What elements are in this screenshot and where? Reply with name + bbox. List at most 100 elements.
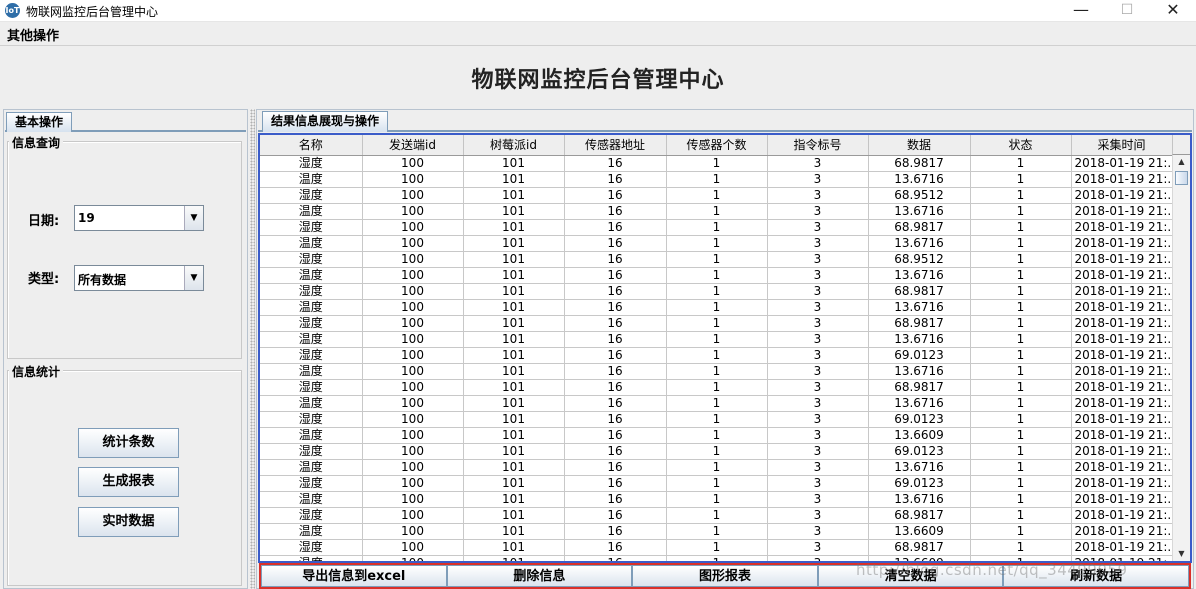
split-pane-divider[interactable]	[250, 109, 255, 589]
table-row[interactable]: 温度 100 101 16 1 3 13.6609 1 2018-01-19 21:...	[260, 427, 1173, 444]
table-cell: 1	[970, 283, 1072, 300]
table-cell: 1	[970, 523, 1072, 540]
table-row[interactable]: 温度 100 101 16 1 3 13.6716 1 2018-01-19 21:...	[260, 459, 1173, 476]
table-row[interactable]: 湿度 100 101 16 1 3 68.9817 1 2018-01-19 21:...	[260, 155, 1173, 172]
column-header[interactable]: 指令标号	[767, 135, 869, 156]
table-cell: 2018-01-19 21:...	[1071, 363, 1173, 380]
minimize-button[interactable]: —	[1058, 0, 1104, 22]
table-cell: 13.6716	[868, 267, 971, 284]
scroll-down-arrow-icon[interactable]: ▼	[1173, 547, 1190, 561]
table-cell: 1	[666, 459, 768, 476]
column-header[interactable]: 发送端id	[362, 135, 464, 156]
tab-basic-operations[interactable]: 基本操作	[6, 112, 73, 132]
close-button[interactable]: ✕	[1150, 0, 1196, 22]
column-header[interactable]: 数据	[868, 135, 971, 156]
table-row[interactable]: 温度 100 101 16 1 3 13.6716 1 2018-01-19 21:...	[260, 363, 1173, 380]
table-row[interactable]: 湿度 100 101 16 1 3 68.9817 1 2018-01-19 21:...	[260, 315, 1173, 332]
table-row[interactable]: 湿度 100 101 16 1 3 69.0123 1 2018-01-19 21:...	[260, 443, 1173, 460]
table-cell: 101	[463, 539, 565, 556]
chevron-down-icon[interactable]: ▼	[184, 206, 203, 230]
table-cell: 3	[767, 299, 869, 316]
table-row[interactable]: 湿度 100 101 16 1 3 69.0123 1 2018-01-19 21:...	[260, 411, 1173, 428]
table-row[interactable]: 湿度 100 101 16 1 3 68.9817 1 2018-01-19 21:...	[260, 539, 1173, 556]
table-cell: 101	[463, 427, 565, 444]
table-cell: 湿度	[260, 251, 363, 268]
table-row[interactable]: 温度 100 101 16 1 3 13.6609 1 2018-01-19 21:...	[260, 523, 1173, 540]
table-cell: 101	[463, 155, 565, 172]
table-cell: 1	[666, 427, 768, 444]
tab-results-display[interactable]: 结果信息展现与操作	[262, 111, 389, 132]
menu-other-operations[interactable]: 其他操作	[7, 25, 59, 44]
scroll-up-arrow-icon[interactable]: ▲	[1173, 155, 1190, 169]
type-select[interactable]: 所有数据 ▼	[74, 265, 204, 291]
chart-report-button[interactable]: 图形报表	[632, 565, 818, 587]
title-bar: IoT 物联网监控后台管理中心 — ☐ ✕	[0, 0, 1196, 22]
maximize-button[interactable]: ☐	[1104, 0, 1150, 22]
date-select[interactable]: 19 ▼	[74, 205, 204, 231]
delete-info-button[interactable]: 删除信息	[446, 565, 633, 587]
table-cell: 101	[463, 267, 565, 284]
table-cell: 2018-01-19 21:...	[1071, 411, 1173, 428]
table-cell: 101	[463, 379, 565, 396]
column-header[interactable]: 状态	[970, 135, 1072, 156]
table-cell: 101	[463, 235, 565, 252]
table-cell: 16	[564, 363, 667, 380]
table-cell: 69.0123	[868, 347, 971, 364]
table-row[interactable]: 湿度 100 101 16 1 3 69.0123 1 2018-01-19 21:...	[260, 475, 1173, 492]
table-row[interactable]: 湿度 100 101 16 1 3 68.9512 1 2018-01-19 21:...	[260, 187, 1173, 204]
table-row[interactable]: 温度 100 101 16 1 3 13.6716 1 2018-01-19 21:...	[260, 203, 1173, 220]
table-cell: 湿度	[260, 283, 363, 300]
table-row[interactable]: 温度 100 101 16 1 3 13.6716 1 2018-01-19 21:...	[260, 331, 1173, 348]
table-row[interactable]: 温度 100 101 16 1 3 13.6716 1 2018-01-19 21:...	[260, 267, 1173, 284]
table-cell: 1	[666, 411, 768, 428]
table-cell: 3	[767, 331, 869, 348]
table-cell: 13.6716	[868, 203, 971, 220]
scrollbar-thumb[interactable]	[1175, 171, 1188, 185]
column-header[interactable]: 传感器个数	[666, 135, 768, 156]
table-row[interactable]: 湿度 100 101 16 1 3 68.9817 1 2018-01-19 21:...	[260, 507, 1173, 524]
table-row[interactable]: 湿度 100 101 16 1 3 68.9817 1 2018-01-19 21:...	[260, 283, 1173, 300]
table-row[interactable]: 湿度 100 101 16 1 3 68.9512 1 2018-01-19 21:...	[260, 251, 1173, 268]
table-cell: 100	[362, 475, 464, 492]
vertical-scrollbar[interactable]: ▲ ▼	[1172, 155, 1190, 561]
table-row[interactable]: 湿度 100 101 16 1 3 69.0123 1 2018-01-19 21:...	[260, 347, 1173, 364]
table-cell: 100	[362, 267, 464, 284]
column-header[interactable]: 采集时间	[1071, 135, 1173, 156]
table-cell: 2018-01-19 21:...	[1071, 491, 1173, 508]
column-header[interactable]: 名称	[260, 135, 363, 156]
column-header[interactable]: 传感器地址	[564, 135, 667, 156]
table-row[interactable]: 温度 100 101 16 1 3 13.6716 1 2018-01-19 21:...	[260, 299, 1173, 316]
table-cell: 13.6716	[868, 459, 971, 476]
table-cell: 3	[767, 235, 869, 252]
realtime-data-button[interactable]: 实时数据	[78, 507, 179, 537]
table-cell: 3	[767, 363, 869, 380]
table-row[interactable]: 温度 100 101 16 1 3 13.6716 1 2018-01-19 21:...	[260, 235, 1173, 252]
clear-data-button[interactable]: 清空数据	[817, 565, 1004, 587]
table-row[interactable]: 温度 100 101 16 1 3 13.6609 1 2018-01-19 21:...	[260, 555, 1173, 561]
table-cell: 2018-01-19 21:...	[1071, 331, 1173, 348]
table-row[interactable]: 湿度 100 101 16 1 3 68.9817 1 2018-01-19 21:...	[260, 379, 1173, 396]
table-row[interactable]: 湿度 100 101 16 1 3 68.9817 1 2018-01-19 21:...	[260, 219, 1173, 236]
table-row[interactable]: 温度 100 101 16 1 3 13.6716 1 2018-01-19 21:...	[260, 171, 1173, 188]
table-cell: 100	[362, 363, 464, 380]
table-cell: 1	[666, 523, 768, 540]
table-cell: 13.6716	[868, 491, 971, 508]
table-row[interactable]: 温度 100 101 16 1 3 13.6716 1 2018-01-19 21:...	[260, 395, 1173, 412]
table-cell: 16	[564, 267, 667, 284]
date-label: 日期:	[28, 214, 60, 229]
table-cell: 3	[767, 219, 869, 236]
refresh-data-button[interactable]: 刷新数据	[1003, 565, 1189, 587]
table-cell: 16	[564, 443, 667, 460]
export-excel-button[interactable]: 导出信息到excel	[261, 565, 447, 587]
table-cell: 1	[970, 315, 1072, 332]
table-row[interactable]: 温度 100 101 16 1 3 13.6716 1 2018-01-19 21:...	[260, 491, 1173, 508]
chevron-down-icon[interactable]: ▼	[184, 266, 203, 290]
table-cell: 1	[970, 347, 1072, 364]
table-cell: 1	[666, 219, 768, 236]
column-header[interactable]: 树莓派id	[463, 135, 565, 156]
table-cell: 3	[767, 171, 869, 188]
generate-report-button[interactable]: 生成报表	[78, 467, 179, 497]
count-records-button[interactable]: 统计条数	[78, 428, 179, 458]
table-cell: 3	[767, 283, 869, 300]
table-cell: 1	[666, 491, 768, 508]
